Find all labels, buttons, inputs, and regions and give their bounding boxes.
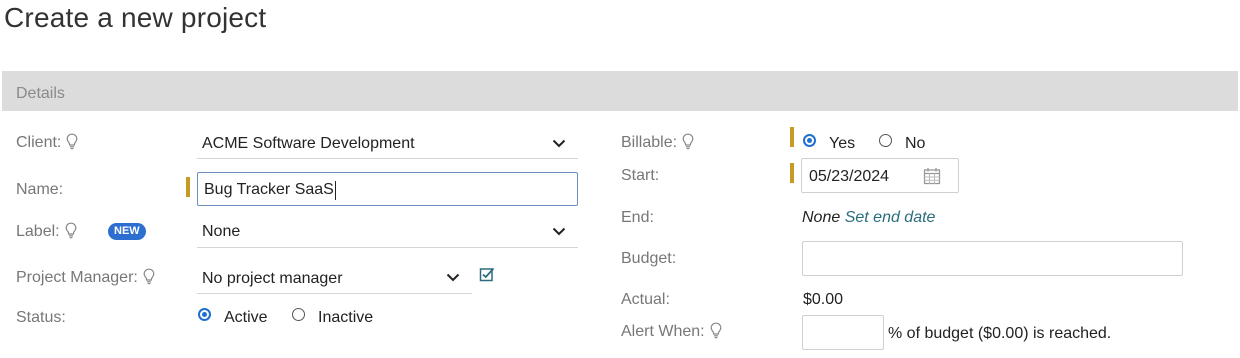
billable-no-radio[interactable] xyxy=(879,134,892,147)
budget-input[interactable] xyxy=(802,241,1183,276)
billable-yes-radio[interactable] xyxy=(803,134,816,147)
billable-no-label[interactable]: No xyxy=(905,134,925,154)
required-marker xyxy=(790,127,794,147)
details-section-header xyxy=(2,71,1238,111)
project-manager-label: Project Manager: xyxy=(16,268,155,288)
name-input[interactable]: Bug Tracker SaaS xyxy=(197,172,578,206)
status-inactive-label[interactable]: Inactive xyxy=(318,308,373,328)
new-badge: NEW xyxy=(108,223,146,240)
required-marker xyxy=(186,177,190,197)
start-label: Start: xyxy=(621,167,660,184)
label-select-value: None xyxy=(202,223,241,240)
lightbulb-icon[interactable] xyxy=(682,133,694,150)
client-label: Client: xyxy=(16,133,78,153)
actual-label: Actual: xyxy=(621,291,670,308)
lightbulb-icon[interactable] xyxy=(710,322,722,339)
project-manager-select[interactable]: No project manager xyxy=(197,262,472,294)
calendar-icon[interactable] xyxy=(923,167,941,185)
chevron-down-icon xyxy=(552,139,566,148)
end-label: End: xyxy=(621,209,654,226)
required-marker xyxy=(790,163,794,183)
details-section-title: Details xyxy=(16,85,65,102)
chevron-down-icon xyxy=(446,273,460,282)
budget-label: Budget: xyxy=(621,250,677,267)
page-title: Create a new project xyxy=(4,2,267,33)
status-label: Status: xyxy=(16,309,66,326)
status-active-label[interactable]: Active xyxy=(224,308,268,328)
end-none-value: None xyxy=(802,209,841,226)
name-input-value: Bug Tracker SaaS xyxy=(204,181,334,198)
alert-when-label: Alert When: xyxy=(621,322,722,342)
billable-label-text: Billable: xyxy=(621,134,678,151)
client-select[interactable]: ACME Software Development xyxy=(197,128,578,159)
client-label-text: Client: xyxy=(16,134,62,151)
set-end-date-link[interactable]: Set end date xyxy=(845,209,936,226)
end-none-text: None Set end date xyxy=(802,208,935,228)
label-field-label: Label: xyxy=(16,222,77,242)
status-inactive-radio[interactable] xyxy=(292,308,305,321)
alert-percent-input[interactable] xyxy=(802,315,884,350)
project-manager-select-value: No project manager xyxy=(202,270,343,287)
label-field-label-text: Label: xyxy=(16,223,60,240)
lightbulb-icon[interactable] xyxy=(65,222,77,239)
label-select[interactable]: None xyxy=(197,216,578,248)
edit-checkbox-icon[interactable] xyxy=(479,266,495,282)
lightbulb-icon[interactable] xyxy=(66,133,78,150)
actual-value: $0.00 xyxy=(803,291,844,308)
chevron-down-icon xyxy=(552,227,566,236)
start-date-input[interactable]: 05/23/2024 xyxy=(801,158,959,193)
lightbulb-icon[interactable] xyxy=(143,268,155,285)
start-date-value: 05/23/2024 xyxy=(809,168,890,185)
billable-yes-label[interactable]: Yes xyxy=(829,134,855,154)
text-caret xyxy=(335,181,336,200)
name-label: Name: xyxy=(16,181,64,198)
billable-label: Billable: xyxy=(621,133,694,153)
client-select-value: ACME Software Development xyxy=(202,135,415,152)
alert-suffix-text: % of budget ($0.00) is reached. xyxy=(888,325,1112,342)
alert-when-label-text: Alert When: xyxy=(621,323,705,340)
project-manager-label-text: Project Manager: xyxy=(16,269,138,286)
status-active-radio[interactable] xyxy=(198,308,211,321)
